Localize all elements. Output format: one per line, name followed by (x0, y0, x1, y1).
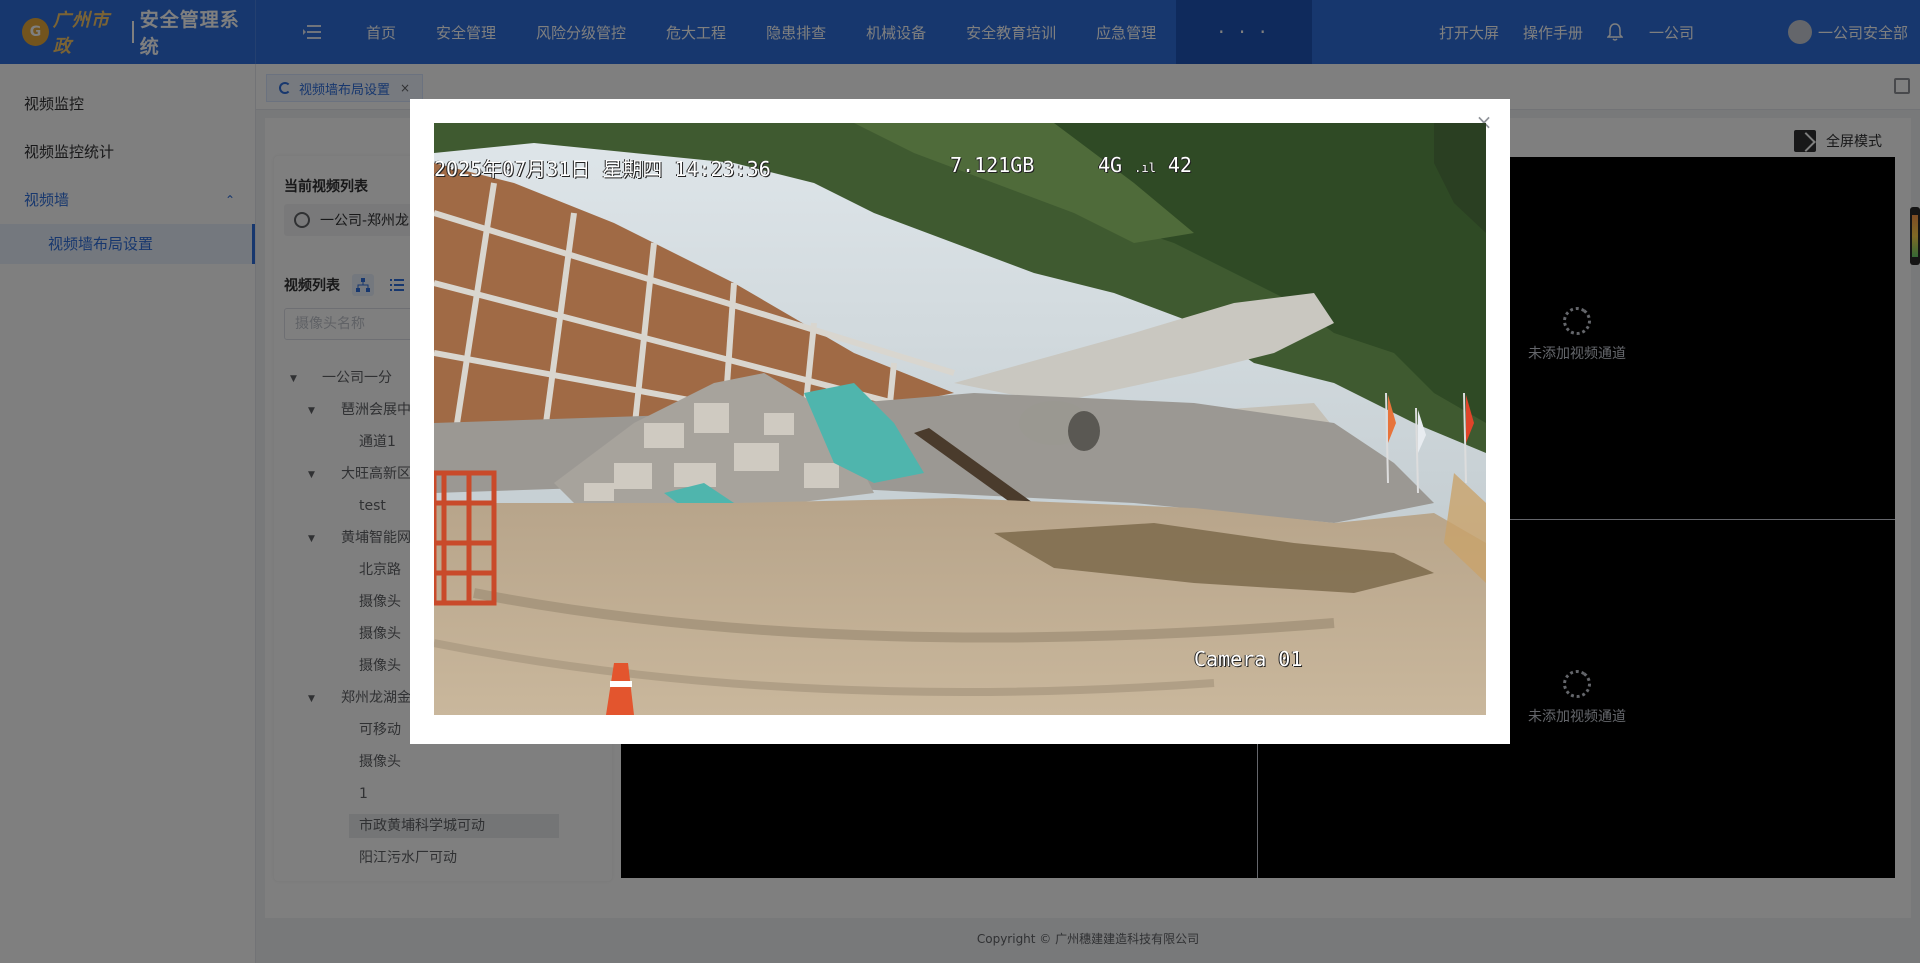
osd-signal-value: 42 (1167, 153, 1192, 177)
camera-scene-image (434, 123, 1486, 715)
osd-signal-type: 4G (1098, 153, 1123, 177)
osd-storage: 7.121GB (950, 153, 1035, 177)
osd-signal: 4G .ıl 42 (1098, 153, 1192, 177)
video-player-modal: × 2025年07月31日 星期四 14:23:36 7.121GB 4G .ı… (410, 99, 1510, 744)
signal-icon: .ıl (1134, 161, 1156, 175)
camera-live-stream[interactable]: 2025年07月31日 星期四 14:23:36 7.121GB 4G .ıl … (434, 123, 1486, 715)
osd-camera-name: Camera 01 (1194, 647, 1303, 671)
osd-datetime: 2025年07月31日 星期四 14:23:36 (434, 157, 771, 181)
